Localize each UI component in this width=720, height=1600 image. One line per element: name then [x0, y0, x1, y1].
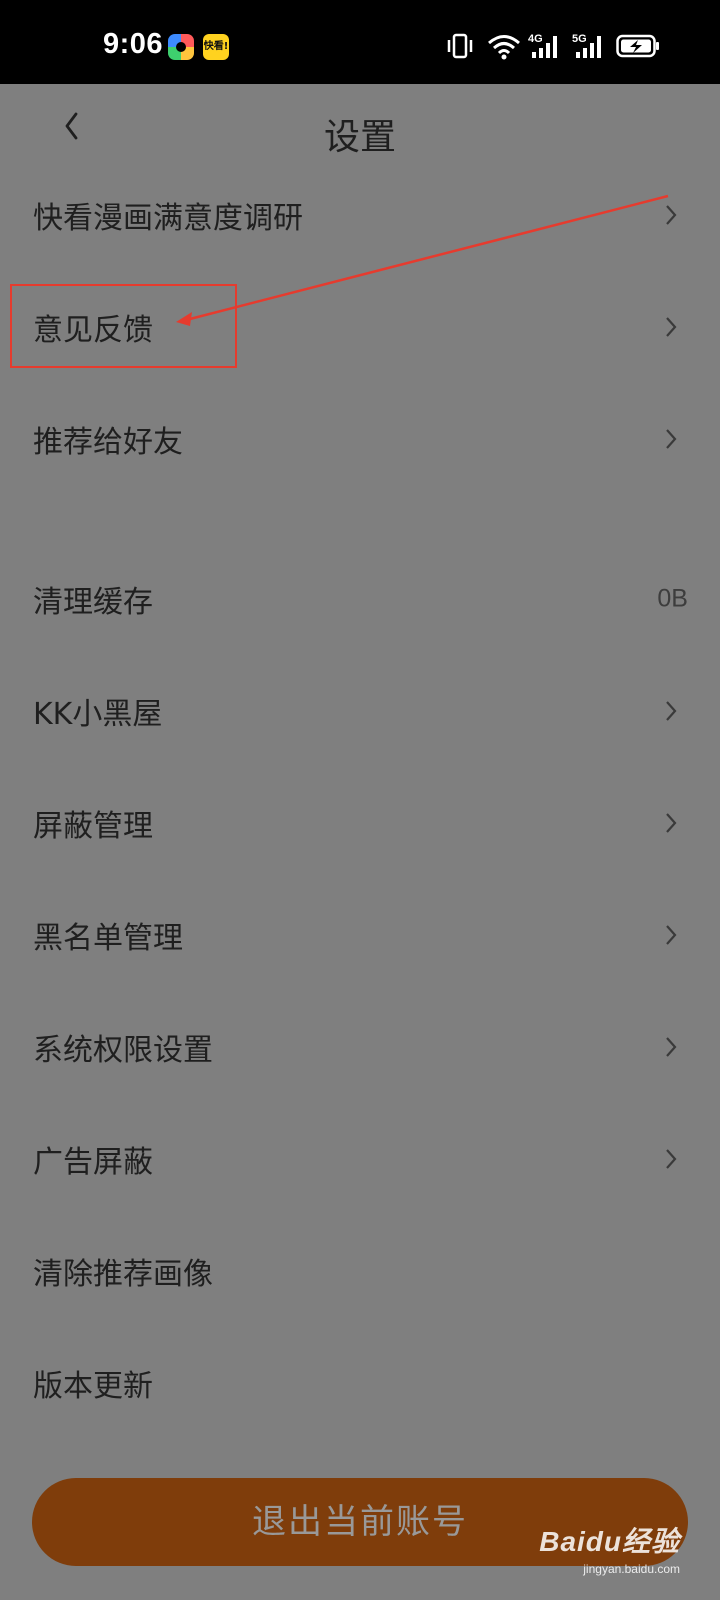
menu-item-version-update[interactable]: 版本更新 — [0, 1338, 720, 1428]
chevron-right-icon — [666, 1149, 677, 1169]
watermark-brand: Baidu经验 — [539, 1520, 680, 1560]
chevron-right-icon — [666, 429, 677, 449]
watermark-brand-text: Baidu经验 — [539, 1526, 680, 1557]
menu-item-clear-profile[interactable]: 清除推荐画像 — [0, 1226, 720, 1316]
chevron-right-icon — [666, 925, 677, 945]
menu-item-block-management[interactable]: 屏蔽管理 — [0, 778, 720, 868]
annotation-arrow-icon — [176, 194, 669, 326]
menu-item-system-permissions[interactable]: 系统权限设置 — [0, 1002, 720, 1092]
menu-item-label: 屏蔽管理 — [33, 809, 153, 844]
menu-item-label: KK小黑屋 — [33, 697, 163, 732]
chevron-right-icon — [666, 1037, 677, 1057]
watermark-url: jingyan.baidu.com — [583, 1562, 680, 1576]
menu-item-recommend-friend[interactable]: 推荐给好友 — [0, 394, 720, 484]
menu-item-blacklist[interactable]: 黑名单管理 — [0, 890, 720, 980]
menu-item-ad-block[interactable]: 广告屏蔽 — [0, 1114, 720, 1204]
chevron-right-icon — [666, 813, 677, 833]
menu-item-kk-blackroom[interactable]: KK小黑屋 — [0, 666, 720, 756]
menu-item-label: 版本更新 — [33, 1369, 153, 1404]
menu-item-label: 推荐给好友 — [33, 425, 183, 460]
menu-item-label: 清理缓存 — [33, 585, 153, 620]
chevron-right-icon — [666, 701, 677, 721]
menu-item-label: 系统权限设置 — [33, 1033, 213, 1068]
baidu-watermark: Baidu经验 jingyan.baidu.com — [539, 1520, 680, 1576]
menu-item-label: 广告屏蔽 — [33, 1145, 153, 1180]
menu-item-clear-cache[interactable]: 清理缓存 0B — [0, 554, 720, 644]
menu-item-label: 清除推荐画像 — [33, 1257, 213, 1292]
menu-item-label: 黑名单管理 — [33, 921, 183, 956]
cache-size-value: 0B — [657, 584, 688, 613]
